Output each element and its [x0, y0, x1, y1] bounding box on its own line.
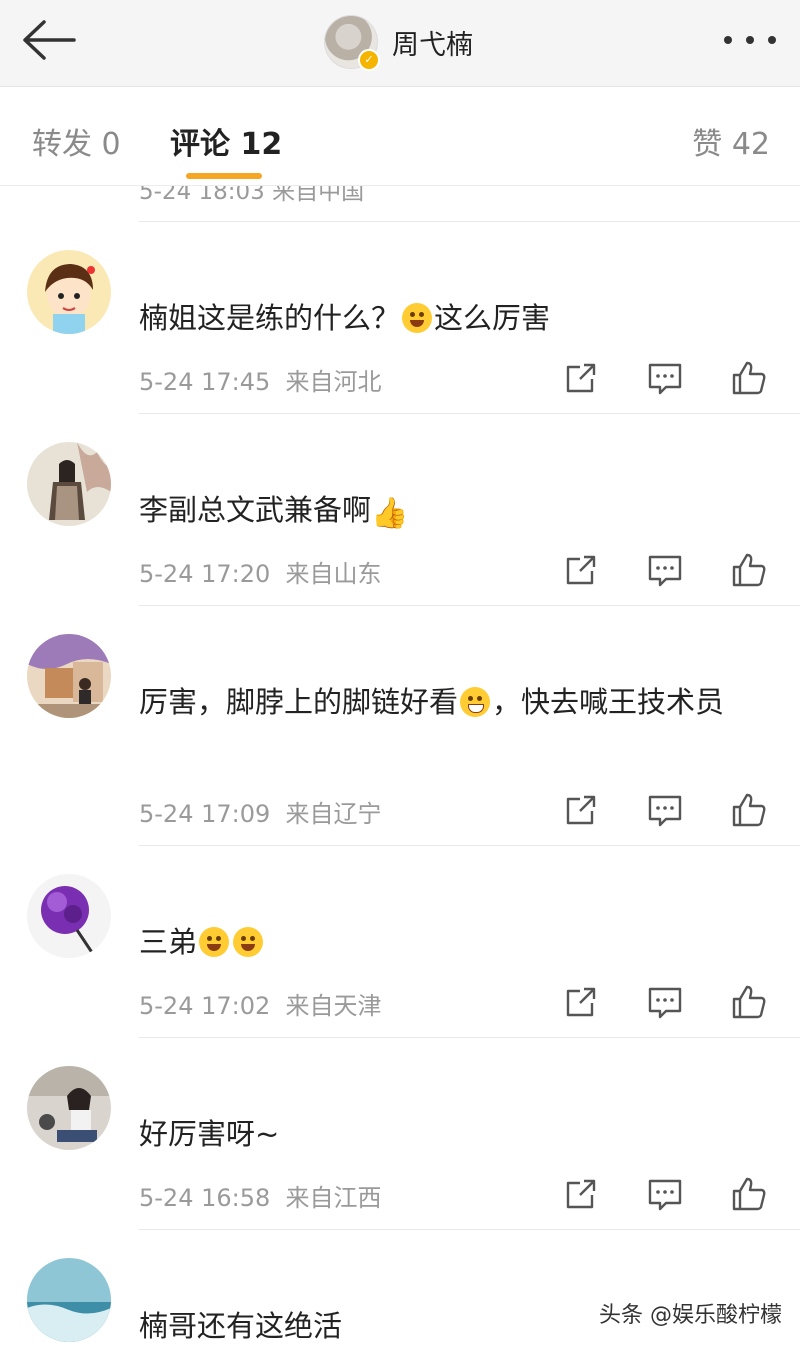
tab-comment[interactable]: 评论 12: [170, 119, 282, 163]
page-title: 周弋楠: [392, 29, 473, 61]
comment-source: 来自山东: [285, 560, 382, 588]
comment-icon[interactable]: [646, 791, 684, 829]
comment-icon[interactable]: [646, 551, 684, 589]
share-icon[interactable]: [562, 983, 600, 1021]
comment-text-part: ，快去喊王技术员: [492, 685, 725, 719]
comment-text-part: 厉害，脚脖上的脚链好看: [139, 685, 459, 719]
comment-time: 5-24 17:09: [139, 800, 271, 828]
comment-meta: 5-24 17:20 来自山东: [139, 554, 382, 589]
avatar[interactable]: [27, 874, 111, 958]
comment-time: 5-24 17:02: [139, 992, 271, 1020]
share-icon[interactable]: [562, 1175, 600, 1213]
comment-text: 好厉害呀~: [139, 1110, 779, 1158]
avatar[interactable]: ✓: [324, 15, 380, 71]
thumbs-up-icon[interactable]: [730, 983, 768, 1021]
comment-icon[interactable]: [646, 1175, 684, 1213]
thumbs-up-icon[interactable]: [730, 551, 768, 589]
comment-actions: [560, 551, 780, 591]
comment-text: 三弟: [139, 918, 779, 966]
comment-text-part: 楠姐这是练的什么？: [139, 301, 401, 335]
thumbs-up-icon[interactable]: [730, 1175, 768, 1213]
thumbs-up-icon[interactable]: [730, 791, 768, 829]
comment-time: 5-24 16:58: [139, 1184, 271, 1212]
comment-meta: 5-24 17:09 来自辽宁: [139, 794, 382, 829]
comment-item: 三弟 5-24 17:02 来自天津: [0, 846, 800, 1038]
comment-time: 5-24 17:20: [139, 560, 271, 588]
comment-source: 来自河北: [285, 368, 382, 396]
comment-text-part: 这么厉害: [434, 301, 551, 335]
crying-emoji-icon: [233, 927, 264, 957]
avatar[interactable]: [27, 634, 111, 718]
comment-text-part: 三弟: [139, 925, 198, 959]
tab-repost[interactable]: 转发 0: [32, 119, 121, 163]
more-options-icon[interactable]: [724, 29, 776, 51]
tab-bar: 转发 0 评论 12 赞 42: [0, 87, 800, 186]
thumbs-up-emoji-icon: 👍: [371, 496, 409, 531]
comment-meta: 5-24 18:03 来自中国: [139, 186, 365, 205]
comment-meta: 5-24 17:45 来自河北: [139, 362, 382, 397]
top-bar: ✓ 周弋楠: [0, 0, 800, 87]
tab-like[interactable]: 赞 42: [692, 119, 770, 163]
avatar[interactable]: [27, 1258, 111, 1342]
comment-item: 好厉害呀~ 5-24 16:58 来自江西: [0, 1038, 800, 1230]
comment-actions: [560, 983, 780, 1023]
comment-text-part: 李副总文武兼备啊: [139, 493, 372, 527]
comment-text-part: 好厉害呀~: [139, 1117, 280, 1151]
comment-source: 来自辽宁: [285, 800, 382, 828]
laugh-cry-emoji-icon: [402, 303, 433, 333]
share-icon[interactable]: [562, 791, 600, 829]
thumbs-up-icon[interactable]: [730, 359, 768, 397]
active-tab-indicator: [186, 173, 262, 179]
comment-actions: [560, 359, 780, 399]
comment-text-part: 楠哥还有这绝活: [139, 1309, 343, 1343]
share-icon[interactable]: [562, 551, 600, 589]
avatar[interactable]: [27, 442, 111, 526]
comment-icon[interactable]: [646, 359, 684, 397]
comment-icon[interactable]: [646, 983, 684, 1021]
avatar[interactable]: [27, 1066, 111, 1150]
back-arrow-icon[interactable]: [20, 18, 78, 62]
verified-badge-icon: ✓: [358, 49, 380, 71]
comment-item: 楠姐这是练的什么？ 这么厉害 5-24 17:45 来自河北: [0, 222, 800, 414]
comment-text: 厉害，脚脖上的脚链好看 ，快去喊王技术员: [139, 678, 779, 726]
share-icon[interactable]: [562, 359, 600, 397]
comment-text: 楠姐这是练的什么？ 这么厉害: [139, 294, 779, 342]
comment-text: 李副总文武兼备啊👍: [139, 486, 779, 538]
profile-header[interactable]: ✓ 周弋楠: [324, 14, 473, 71]
comment-source: 来自天津: [285, 992, 382, 1020]
comment-time: 5-24 17:45: [139, 368, 271, 396]
comment-actions: [560, 1175, 780, 1215]
comment-item: 李副总文武兼备啊👍 5-24 17:20 来自山东: [0, 414, 800, 606]
comment-item: 厉害，脚脖上的脚链好看 ，快去喊王技术员 5-24 17:09 来自辽宁: [0, 606, 800, 846]
list-item: 5-24 18:03 来自中国: [0, 186, 800, 222]
comment-meta: 5-24 16:58 来自江西: [139, 1178, 382, 1213]
avatar[interactable]: [27, 250, 111, 334]
comment-meta: 5-24 17:02 来自天津: [139, 986, 382, 1021]
comment-actions: [560, 791, 780, 831]
crying-emoji-icon: [199, 927, 230, 957]
grin-emoji-icon: [460, 687, 491, 717]
comment-source: 来自江西: [285, 1184, 382, 1212]
watermark: 头条 @娱乐酸柠檬: [595, 1295, 786, 1331]
